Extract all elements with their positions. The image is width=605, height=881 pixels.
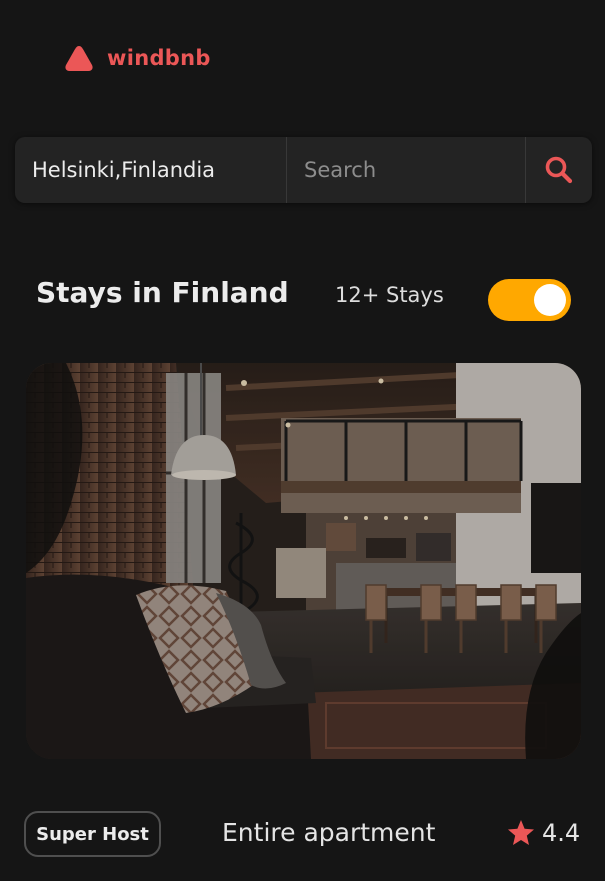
page-title: Stays in Finland (36, 276, 289, 309)
stay-type: Entire apartment (222, 818, 436, 847)
star-icon (508, 820, 534, 845)
windbnb-logo[interactable]: windbnb (64, 44, 211, 72)
stays-count: 12+ Stays (335, 283, 444, 307)
stay-photo[interactable] (26, 363, 581, 759)
logo-icon (65, 46, 93, 71)
location-field[interactable]: Helsinki,Finlandia (15, 137, 287, 203)
theme-toggle[interactable] (488, 279, 571, 321)
rating-value: 4.4 (542, 819, 581, 847)
super-host-badge: Super Host (24, 811, 161, 857)
toggle-knob (534, 284, 566, 316)
rating: 4.4 (506, 818, 580, 848)
search-field[interactable]: Search (287, 137, 526, 203)
brand-name: windbnb (107, 46, 211, 70)
search-bar: Helsinki,Finlandia Search (15, 137, 592, 203)
search-icon (545, 156, 573, 184)
search-button[interactable] (526, 137, 592, 203)
